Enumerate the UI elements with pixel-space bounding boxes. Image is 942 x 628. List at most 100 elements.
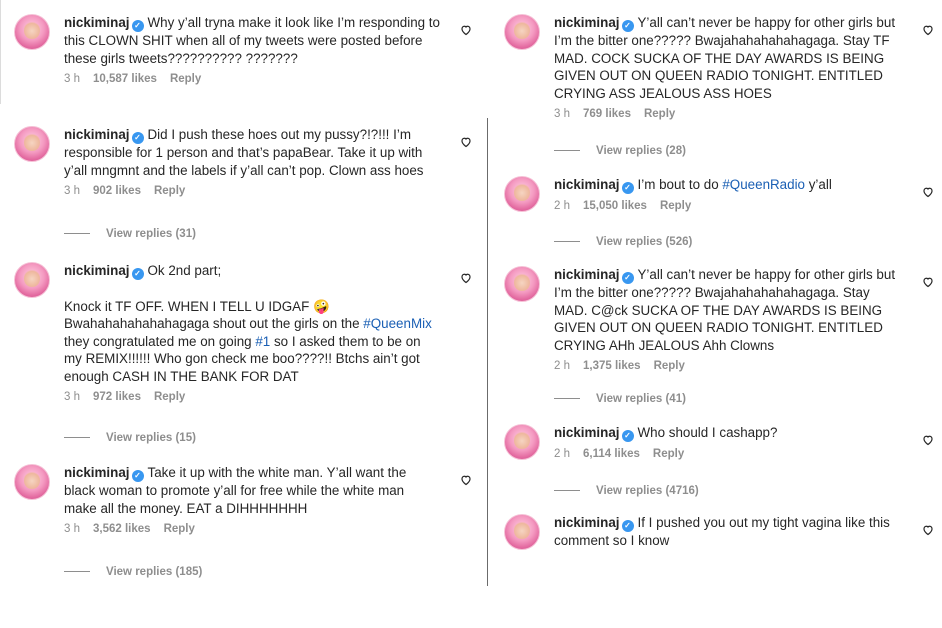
- timestamp: 3 h: [64, 73, 80, 85]
- avatar[interactable]: [504, 266, 540, 302]
- username-link[interactable]: nickiminaj: [554, 267, 620, 282]
- avatar[interactable]: [14, 126, 50, 162]
- heart-outline-icon[interactable]: [922, 524, 934, 536]
- comment-text: nickiminaj ✓ Y’all can’t never be happy fo…: [554, 14, 902, 102]
- comment-body: nickiminaj ✓ If I pushed you out my tight …: [554, 514, 902, 550]
- heart-outline-icon[interactable]: [460, 474, 472, 486]
- timestamp: 3 h: [64, 185, 80, 197]
- view-replies-button[interactable]: View replies (526): [554, 236, 692, 248]
- replies-dash: [554, 241, 580, 243]
- likes-count[interactable]: 10,587 likes: [93, 73, 157, 85]
- verified-badge-icon: ✓: [621, 182, 634, 194]
- reply-button[interactable]: Reply: [154, 185, 185, 197]
- username-link[interactable]: nickiminaj: [64, 127, 130, 142]
- view-replies-label: View replies (526): [596, 236, 693, 248]
- comment-meta: 2 h 15,050 likes Reply: [554, 200, 902, 212]
- replies-dash: [64, 571, 90, 573]
- column-divider: [487, 118, 488, 586]
- comment-body: nickiminaj ✓ Did I push these hoes out my …: [64, 126, 440, 197]
- comment-text: nickiminaj ✓ Y’all can’t never be happy fo…: [554, 266, 902, 354]
- timestamp: 3 h: [64, 391, 80, 403]
- heart-outline-icon[interactable]: [460, 136, 472, 148]
- avatar[interactable]: [504, 14, 540, 50]
- avatar[interactable]: [504, 176, 540, 212]
- comment-text-segment: they congratulated me on going: [64, 333, 256, 349]
- reply-button[interactable]: Reply: [644, 108, 675, 120]
- view-replies-button[interactable]: View replies (31): [64, 228, 196, 240]
- view-replies-button[interactable]: View replies (41): [554, 393, 686, 405]
- username-link[interactable]: nickiminaj: [64, 263, 130, 278]
- view-replies-label: View replies (41): [596, 393, 686, 405]
- reply-button[interactable]: Reply: [164, 523, 195, 535]
- avatar[interactable]: [14, 262, 50, 298]
- view-replies-label: View replies (15): [106, 432, 196, 444]
- heart-outline-icon[interactable]: [922, 276, 934, 288]
- replies-dash: [64, 437, 90, 439]
- comment-body: nickiminaj ✓ Take it up with the white man…: [64, 464, 440, 535]
- view-replies-button[interactable]: View replies (185): [64, 566, 202, 578]
- replies-dash: [554, 398, 580, 400]
- comment-body: nickiminaj ✓ Ok 2nd part; Knock it TF OFF. …: [64, 262, 440, 403]
- comment-text-segment: y’all: [805, 177, 832, 192]
- view-replies-label: View replies (28): [596, 145, 686, 157]
- heart-outline-icon[interactable]: [922, 434, 934, 446]
- hashtag-link[interactable]: #QueenRadio: [722, 177, 805, 192]
- likes-count[interactable]: 1,375 likes: [583, 360, 641, 372]
- reply-button[interactable]: Reply: [154, 391, 185, 403]
- verified-badge-icon: ✓: [621, 20, 634, 32]
- comment-text: nickiminaj ✓ I’m bout to do #QueenRadio y’…: [554, 176, 902, 194]
- hashtag-link[interactable]: #QueenMix: [363, 316, 431, 331]
- replies-dash: [554, 150, 580, 152]
- likes-count[interactable]: 902 likes: [93, 185, 141, 197]
- username-link[interactable]: nickiminaj: [554, 177, 620, 192]
- heart-outline-icon[interactable]: [460, 272, 472, 284]
- heart-outline-icon[interactable]: [460, 24, 472, 36]
- comment-text: nickiminaj ✓ Why y’all tryna make it look …: [64, 14, 440, 67]
- verified-badge-icon: ✓: [131, 20, 144, 32]
- verified-badge-icon: ✓: [621, 520, 634, 532]
- reply-button[interactable]: Reply: [654, 360, 685, 372]
- comment-text-segment: Bwahahahahahahagaga shout out the girls …: [64, 316, 364, 331]
- comment-body: nickiminaj ✓ I’m bout to do #QueenRadio y’…: [554, 176, 902, 212]
- username-link[interactable]: nickiminaj: [64, 465, 130, 480]
- comment-text: nickiminaj ✓ Who should I cashapp?: [554, 424, 902, 442]
- timestamp: 2 h: [554, 200, 570, 212]
- avatar[interactable]: [14, 14, 50, 50]
- heart-outline-icon[interactable]: [922, 24, 934, 36]
- username-link[interactable]: nickiminaj: [64, 15, 130, 30]
- view-replies-button[interactable]: View replies (15): [64, 432, 196, 444]
- comment-text-segment: Who should I cashapp?: [637, 425, 778, 440]
- comment-body: nickiminaj ✓ Y’all can’t never be happy fo…: [554, 14, 902, 120]
- likes-count[interactable]: 6,114 likes: [583, 448, 640, 460]
- hashtag-link[interactable]: #1: [255, 334, 270, 349]
- avatar[interactable]: [504, 514, 540, 550]
- username-link[interactable]: nickiminaj: [554, 515, 620, 530]
- verified-badge-icon: ✓: [131, 470, 144, 482]
- likes-count[interactable]: 972 likes: [93, 391, 141, 403]
- comment-text: nickiminaj ✓ Did I push these hoes out my …: [64, 126, 440, 179]
- comment-meta: 3 h 10,587 likes Reply: [64, 73, 440, 85]
- view-replies-button[interactable]: View replies (4716): [554, 485, 699, 497]
- reply-button[interactable]: Reply: [170, 73, 201, 85]
- view-replies-label: View replies (4716): [596, 485, 699, 497]
- view-replies-button[interactable]: View replies (28): [554, 145, 686, 157]
- likes-count[interactable]: 769 likes: [583, 108, 631, 120]
- likes-count[interactable]: 3,562 likes: [93, 523, 151, 535]
- reply-button[interactable]: Reply: [653, 448, 684, 460]
- likes-count[interactable]: 15,050 likes: [583, 200, 647, 212]
- reply-button[interactable]: Reply: [660, 200, 691, 212]
- comment-text: nickiminaj ✓ Take it up with the white man…: [64, 464, 440, 517]
- username-link[interactable]: nickiminaj: [554, 15, 620, 30]
- heart-outline-icon[interactable]: [922, 186, 934, 198]
- comment-body: nickiminaj ✓ Why y’all tryna make it look …: [64, 14, 440, 85]
- view-replies-label: View replies (185): [106, 566, 203, 578]
- comment-meta: 2 h 1,375 likes Reply: [554, 360, 902, 372]
- comment-body: nickiminaj ✓ Who should I cashapp? 2 h 6,114…: [554, 424, 902, 460]
- avatar[interactable]: [14, 464, 50, 500]
- comment-text: nickiminaj ✓ If I pushed you out my tight …: [554, 514, 902, 550]
- avatar[interactable]: [504, 424, 540, 460]
- replies-dash: [554, 490, 580, 492]
- username-link[interactable]: nickiminaj: [554, 425, 620, 440]
- comment-meta: 3 h 769 likes Reply: [554, 108, 902, 120]
- comment-meta: 2 h 6,114 likes Reply: [554, 448, 902, 460]
